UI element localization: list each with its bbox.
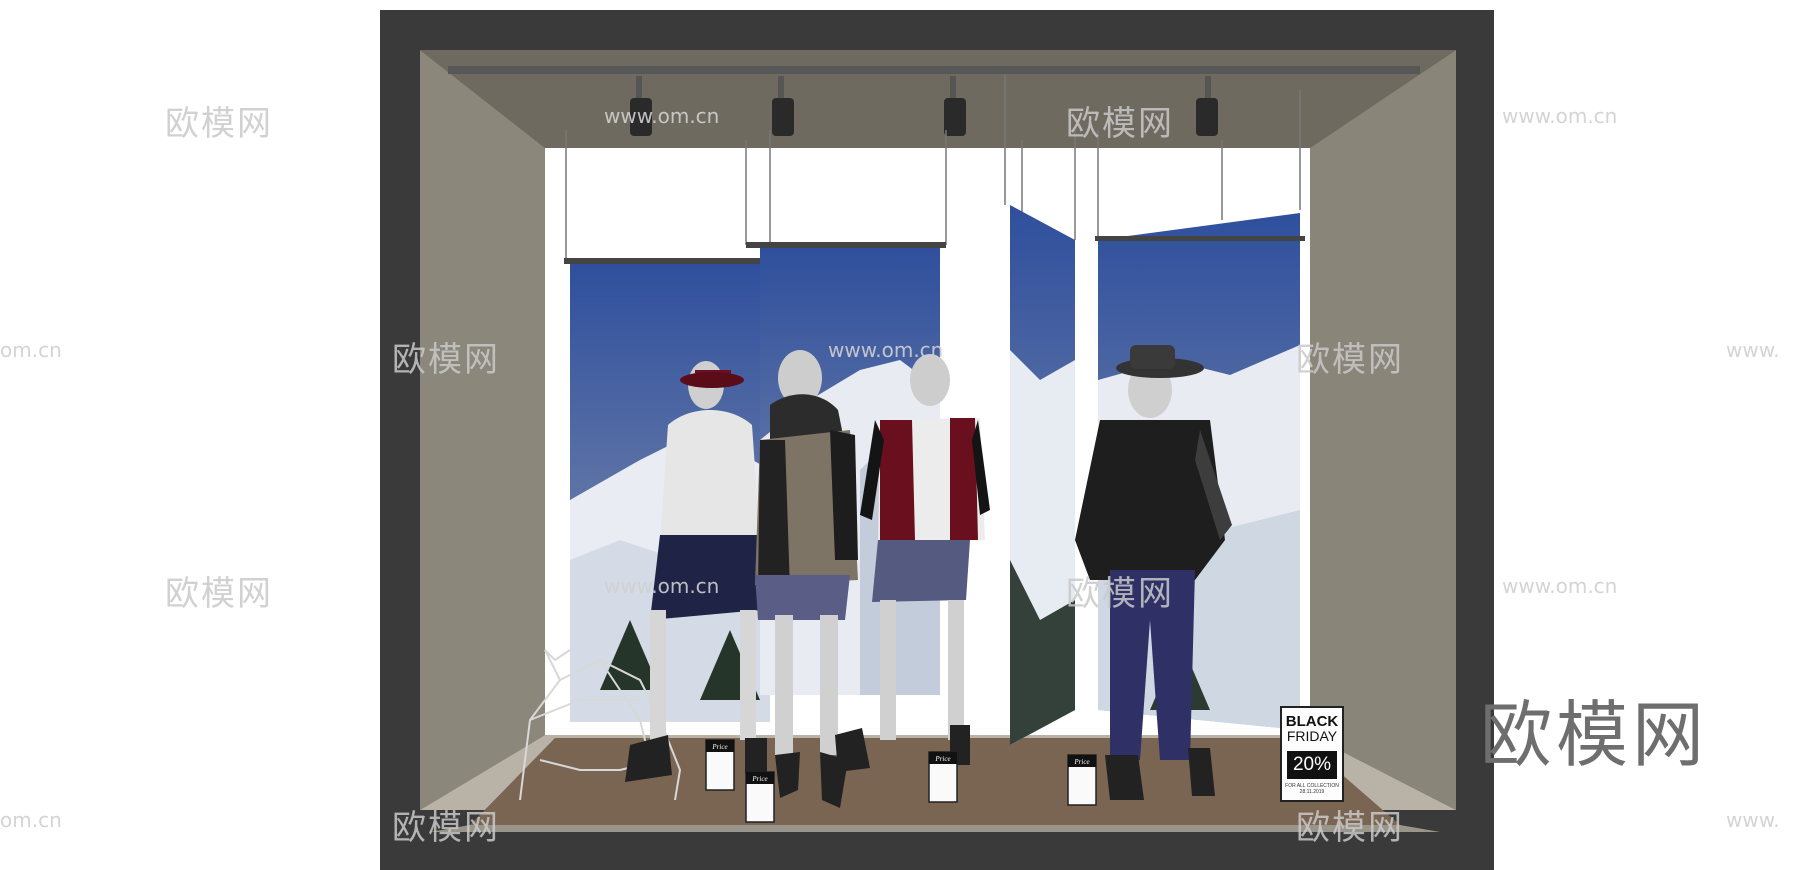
watermark-brand: 欧模网: [1296, 808, 1404, 848]
watermark-brand-large: 欧模网: [1480, 693, 1709, 777]
watermark-brand: 欧模网: [165, 574, 273, 614]
price-tag: Price: [1067, 754, 1097, 806]
price-tag: Price: [928, 751, 958, 803]
sign-discount: 20%: [1287, 751, 1337, 779]
price-tag: Price: [705, 739, 735, 791]
watermark-url: www.om.cn: [1502, 104, 1618, 128]
watermark-brand: 欧模网: [1066, 104, 1174, 144]
floor-edge: [430, 825, 1440, 832]
watermark-url-edge: om.cn: [0, 808, 62, 832]
watermark-url: www.om.cn: [604, 574, 720, 598]
sign-date: 28.11.2019: [1299, 789, 1325, 795]
sign-line2: FRIDAY: [1286, 728, 1338, 744]
light-track: [448, 66, 1420, 74]
watermark-url-edge: www.: [1726, 808, 1780, 832]
left-wall: [420, 50, 545, 810]
watermark-brand: 欧模网: [392, 340, 500, 380]
banner-angled: [1010, 205, 1075, 745]
watermark-url-edge: www.: [1726, 338, 1780, 362]
watermark-brand: 欧模网: [1296, 340, 1404, 380]
watermark-url-edge: om.cn: [0, 338, 62, 362]
watermark-brand: 欧模网: [392, 808, 500, 848]
watermark-brand: 欧模网: [165, 104, 273, 144]
right-wall: [1310, 50, 1456, 810]
price-tag-label: Price: [1073, 758, 1089, 766]
price-tag-label: Price: [711, 743, 727, 751]
sign-line1: BLACK: [1285, 713, 1339, 730]
watermark-url: www.om.cn: [1502, 574, 1618, 598]
watermark-url: www.om.cn: [604, 104, 720, 128]
price-tag-label: Price: [934, 755, 950, 763]
watermark-url: www.om.cn: [828, 338, 944, 362]
price-tag-label: Price: [751, 775, 767, 783]
watermark-brand: 欧模网: [1066, 574, 1174, 614]
price-tag: Price: [745, 771, 775, 823]
black-friday-sign: BLACK FRIDAY 20% FOR ALL COLLECTION 28.1…: [1280, 706, 1344, 802]
